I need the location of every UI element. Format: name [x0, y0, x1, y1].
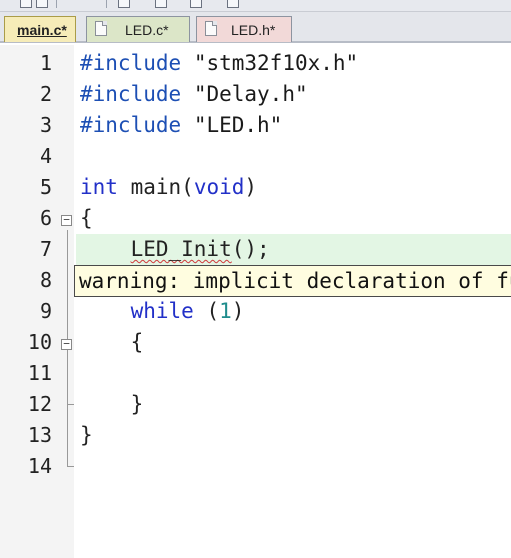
toolbar-button-icon[interactable]: [36, 0, 48, 8]
call-parens: ();: [231, 237, 270, 261]
line-number: 12: [27, 392, 52, 416]
paren: (: [206, 299, 220, 323]
editor-tab-bar: main.c* LED.c* LED.h*: [0, 12, 511, 43]
preprocessor-directive: #include: [80, 51, 182, 75]
line-number: 3: [39, 113, 52, 137]
tab-label: LED.c*: [125, 22, 169, 38]
code-line[interactable]: 10 {: [0, 327, 511, 358]
line-content: }: [80, 389, 144, 420]
code-line[interactable]: 1 #include "stm32f10x.h": [0, 48, 511, 79]
line-content: int main(void): [80, 172, 257, 203]
line-number: 13: [27, 423, 52, 447]
tab-led-h[interactable]: LED.h*: [196, 16, 292, 42]
type-keyword: void: [193, 175, 245, 199]
code-line[interactable]: 9 while (1): [0, 296, 511, 327]
error-squiggle-call[interactable]: LED_Init: [131, 237, 232, 261]
code-line[interactable]: 6 {: [0, 203, 511, 234]
paren: ): [244, 175, 258, 199]
include-path: "Delay.h": [193, 82, 308, 106]
code-line[interactable]: 2 #include "Delay.h": [0, 79, 511, 110]
line-number: 9: [39, 299, 52, 323]
tab-led-c[interactable]: LED.c*: [86, 16, 190, 42]
brace: {: [130, 330, 144, 354]
line-content: LED_Init();: [80, 234, 270, 265]
code-line[interactable]: 13 }: [0, 420, 511, 451]
preprocessor-directive: #include: [80, 113, 182, 137]
line-number: 14: [27, 454, 52, 478]
line-number: 2: [39, 82, 52, 106]
include-path: "stm32f10x.h": [193, 51, 359, 75]
line-content: while (1): [80, 296, 245, 327]
code-line[interactable]: 5 int main(void): [0, 172, 511, 203]
toolbar-separator: [56, 0, 57, 8]
line-number: 4: [39, 144, 52, 168]
line-content: }: [80, 423, 93, 447]
line-number: 10: [27, 330, 52, 354]
number-literal: 1: [219, 299, 232, 323]
line-content: #include "stm32f10x.h": [80, 48, 358, 79]
tab-label: main.c*: [17, 22, 67, 38]
brace: }: [130, 392, 144, 416]
code-editor[interactable]: − − 1 #include "stm32f10x.h" 2 #include …: [0, 45, 511, 558]
toolbar-button-icon[interactable]: [227, 0, 239, 8]
code-line[interactable]: 4: [0, 141, 511, 172]
toolbar-button-icon[interactable]: [190, 0, 202, 8]
line-content: #include "Delay.h": [80, 79, 308, 110]
paren: ): [231, 299, 245, 323]
toolbar-button-icon[interactable]: [155, 0, 167, 8]
code-line[interactable]: 14: [0, 451, 511, 482]
include-path: "LED.h": [193, 113, 283, 137]
warning-tooltip: warning: implicit declaration of functio…: [74, 265, 511, 297]
line-number: 7: [39, 237, 52, 261]
toolbar-button-icon[interactable]: [118, 0, 130, 8]
code-line[interactable]: 11: [0, 358, 511, 389]
line-number: 11: [27, 361, 52, 385]
code-line[interactable]: 12 }: [0, 389, 511, 420]
code-line-current[interactable]: 7 LED_Init();: [0, 234, 511, 265]
type-keyword: int: [80, 175, 118, 199]
control-keyword: while: [130, 299, 194, 323]
toolbar-separator: [106, 0, 107, 8]
tab-label: LED.h*: [231, 22, 276, 38]
line-number: 5: [39, 175, 52, 199]
line-content: {: [80, 206, 93, 230]
line-content: {: [80, 327, 144, 358]
file-icon: [95, 21, 107, 36]
line-number: 6: [39, 206, 52, 230]
toolbar-button-icon[interactable]: [20, 0, 32, 8]
line-number: 8: [39, 268, 52, 292]
tab-main-c[interactable]: main.c*: [4, 16, 76, 42]
toolbar: [0, 0, 511, 12]
line-content: #include "LED.h": [80, 110, 282, 141]
file-icon: [205, 21, 217, 36]
preprocessor-directive: #include: [80, 82, 182, 106]
function-name: main(: [130, 175, 194, 199]
line-number: 1: [39, 51, 52, 75]
code-line[interactable]: 3 #include "LED.h": [0, 110, 511, 141]
